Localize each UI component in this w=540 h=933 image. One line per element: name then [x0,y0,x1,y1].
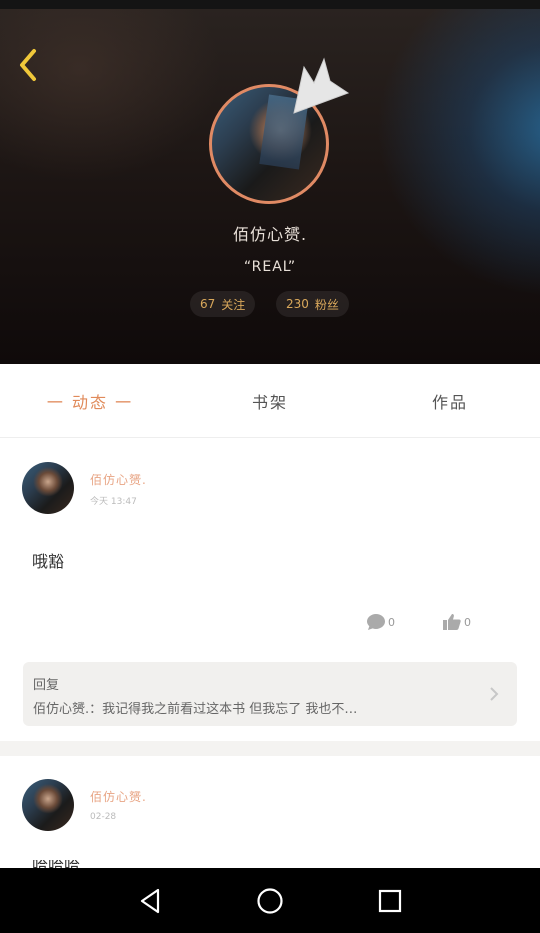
reply-text: 佰仿心赟.：我记得我之前看过这本书 但我忘了 我也不… [33,702,358,717]
crown-icon [293,57,350,114]
status-bar [0,0,540,9]
system-nav-bar [0,868,540,933]
reply-preview[interactable]: 回复 佰仿心赟.：我记得我之前看过这本书 但我忘了 我也不… [23,662,517,726]
reply-label: 回复 [33,678,60,693]
triangle-back-icon [140,888,160,914]
chevron-left-icon [20,49,36,81]
profile-signature: “REAL” [243,259,297,275]
feed-post: 佰仿心赟. 今天 13:47 哦豁 0 0 回复 佰仿心赟.：我记得我之前看过这… [0,438,540,741]
post-content: 哦豁 [32,552,65,571]
comment-bubble-icon [367,614,385,630]
profile-username: 佰仿心赟. [232,225,308,244]
back-button[interactable] [10,47,46,83]
post-author[interactable]: 佰仿心赟. [90,471,147,488]
like-button[interactable]: 0 [442,610,471,634]
square-recent-icon [378,889,402,913]
post-avatar[interactable] [22,779,74,831]
follow-count: 67 [200,297,216,311]
chevron-right-icon [490,687,499,701]
circle-home-icon [257,888,283,914]
follow-label: 关注 [221,297,246,312]
post-divider [0,741,540,756]
tab-works[interactable]: 作品 [360,364,540,438]
fans-label: 粉丝 [314,297,339,312]
post-author[interactable]: 佰仿心赟. [90,788,147,805]
profile-tabs: 一 动态 一 书架 作品 [0,364,540,438]
tab-bookshelf[interactable]: 书架 [180,364,360,438]
tab-dynamic[interactable]: 一 动态 一 [0,364,180,438]
post-content: 哈哈哈 [32,860,92,868]
fans-count-button[interactable]: 230 粉丝 [276,291,349,317]
nav-recent-button[interactable] [370,886,410,916]
feed-post: 佰仿心赟. 02-28 哈哈哈 [0,756,540,868]
post-time: 今天 13:47 [90,497,137,507]
comment-count: 0 [388,615,395,629]
follow-count-button[interactable]: 67 关注 [190,291,256,317]
post-time: 02-28 [90,812,117,822]
thumbs-up-icon [443,614,461,630]
nav-home-button[interactable] [250,886,290,916]
fans-count: 230 [286,297,309,311]
nav-back-button[interactable] [130,886,170,916]
profile-header: 佰仿心赟. “REAL” 67 关注 230 粉丝 [0,9,540,364]
comment-button[interactable]: 0 [366,610,395,634]
post-avatar[interactable] [22,462,74,514]
like-count: 0 [464,615,471,629]
